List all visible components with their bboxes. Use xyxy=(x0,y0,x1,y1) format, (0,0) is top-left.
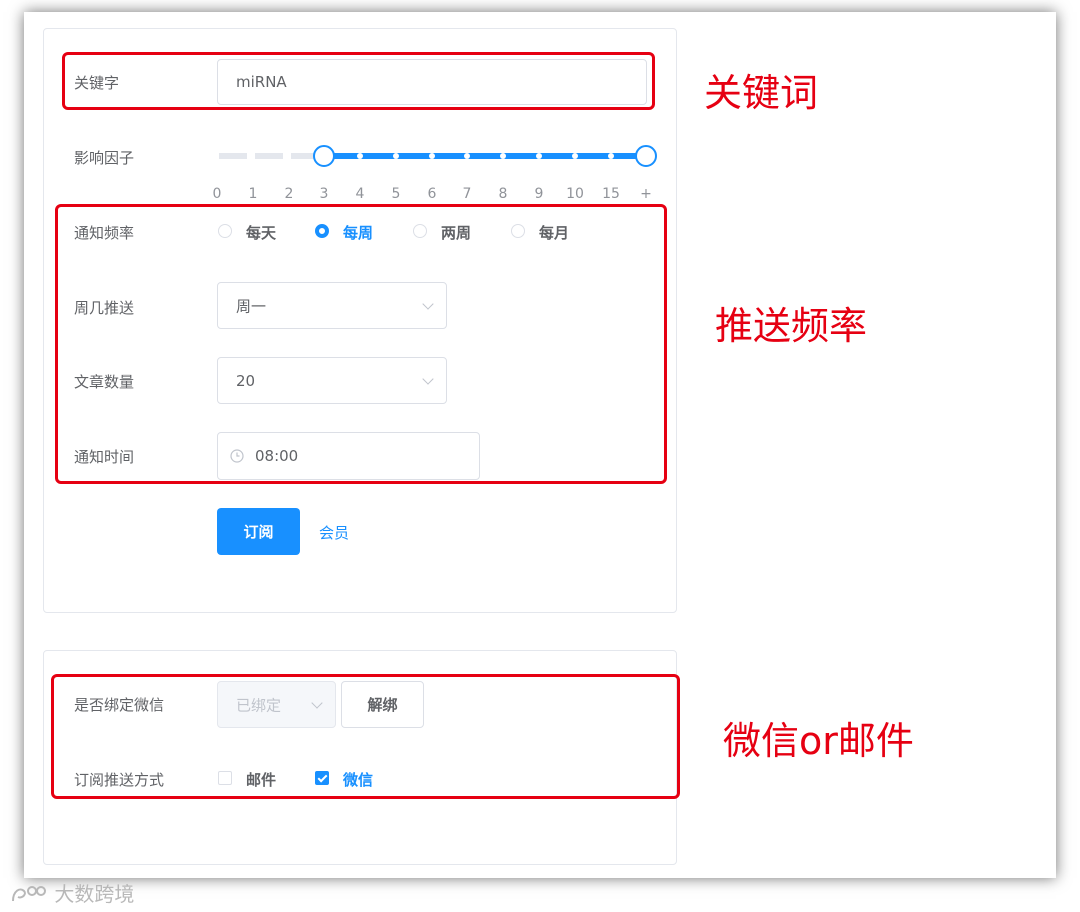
channel-highlight-box xyxy=(51,674,680,799)
slider-tick-label: 1 xyxy=(248,186,258,202)
slider-tick-label: 2 xyxy=(284,186,294,202)
slider-stop xyxy=(393,153,399,159)
slider-track-inactive xyxy=(219,153,324,159)
subscribe-button[interactable]: 订阅 xyxy=(217,508,300,555)
member-link[interactable]: 会员 xyxy=(319,522,349,543)
screenshot-frame: 关键字 miRNA 影响因子 0 1 2 3 4 5 6 7 8 9 10 15… xyxy=(24,12,1056,878)
keyword-highlight-box xyxy=(62,52,655,110)
slider-tick-label: 3 xyxy=(319,186,329,202)
keyword-annotation: 关键词 xyxy=(704,71,819,115)
slider-stop xyxy=(536,153,542,159)
slider-stop xyxy=(572,153,578,159)
slider-tick-label: 10 xyxy=(566,186,584,202)
watermark-logo-icon xyxy=(12,886,46,902)
slider-handle-max[interactable] xyxy=(635,145,657,167)
slider-track-active xyxy=(324,153,646,159)
watermark-text: 大数跨境 xyxy=(54,882,135,906)
slider-stop xyxy=(429,153,435,159)
slider-stop xyxy=(500,153,506,159)
slider-tick-label: 15 xyxy=(602,186,620,202)
factor-label: 影响因子 xyxy=(74,149,135,167)
slider-tick-label: 7 xyxy=(462,186,472,202)
watermark: 大数跨境 xyxy=(10,878,134,907)
frequency-highlight-box xyxy=(55,204,667,484)
slider-tick-label: 6 xyxy=(427,186,437,202)
slider-stop xyxy=(357,153,363,159)
slider-tick-label: + xyxy=(640,186,652,202)
slider-tick-label: 4 xyxy=(355,186,365,202)
slider-stop xyxy=(608,153,614,159)
slider-tick-label: 8 xyxy=(498,186,508,202)
slider-stop xyxy=(464,153,470,159)
slider-handle-min[interactable] xyxy=(313,145,335,167)
channel-annotation: 微信or邮件 xyxy=(723,719,914,763)
frequency-annotation: 推送频率 xyxy=(715,304,868,348)
slider-tick-label: 9 xyxy=(534,186,544,202)
slider-tick-label: 5 xyxy=(391,186,401,202)
slider-tick-label: 0 xyxy=(212,186,222,202)
